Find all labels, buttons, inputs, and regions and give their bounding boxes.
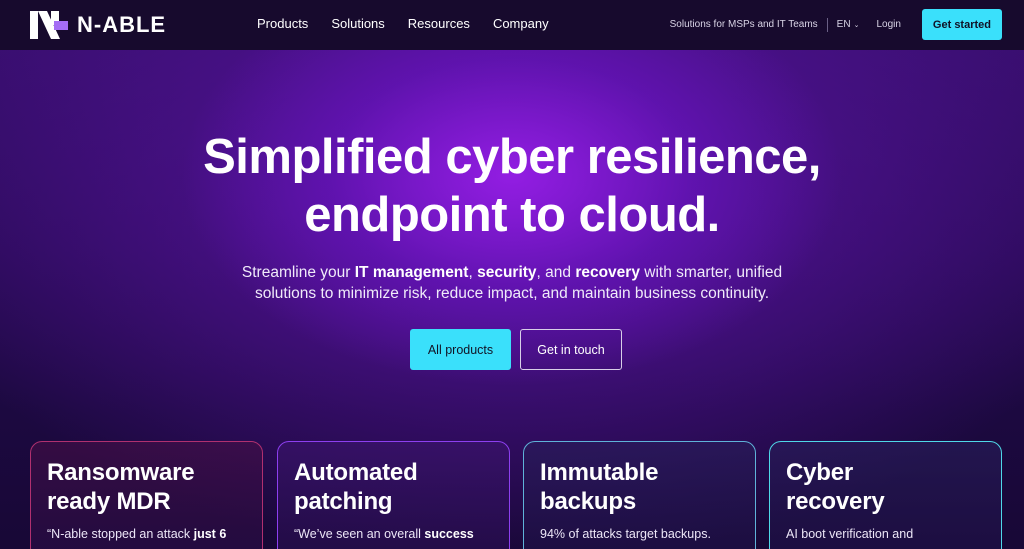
card-text-bold: just 6 [193,527,227,541]
subtext-part-1: Streamline your [241,264,355,281]
subtext-part-3: , and [536,264,576,281]
top-navbar: N-ABLE Products Solutions Resources Comp… [0,0,1024,50]
card-title-line-2: recovery [786,488,885,515]
subtext-part-4: with smarter, unified [639,264,783,281]
card-text-body: 94% of attacks target backups. [540,527,711,541]
card-title: Ransomware ready MDR [47,458,246,516]
chevron-down-icon: ⌄ [853,21,860,29]
card-immutable-backups[interactable]: Immutable backups 94% of attacks target … [523,441,756,549]
card-text-body: AI boot verification and [786,527,914,541]
card-text-body: “N-able stopped an attack [47,527,194,541]
nav-utility: Solutions for MSPs and IT Teams EN ⌄ Log… [670,9,1002,40]
login-link[interactable]: Login [876,19,900,30]
hero-headline: Simplified cyber resilience, endpoint to… [0,128,1024,244]
card-cyber-recovery[interactable]: Cyber recovery AI boot verification and [769,441,1002,549]
hero-subtext: Streamline your IT management, security,… [0,262,1024,304]
hero-cta-row: All products Get in touch [410,329,622,370]
card-ransomware-mdr[interactable]: Ransomware ready MDR “N-able stopped an … [30,441,263,549]
brand-logo[interactable]: N-ABLE [30,11,166,39]
n-able-logo-mark [30,11,68,39]
card-title: Automated patching [294,458,493,516]
nav-item-solutions[interactable]: Solutions [331,16,384,31]
card-text: “N-able stopped an attack just 6 [47,527,246,541]
subtext-bold-it-management: IT management [354,264,469,281]
nav-item-resources[interactable]: Resources [408,16,470,31]
card-title-line-2: ready MDR [47,488,171,515]
nav-item-products[interactable]: Products [257,16,308,31]
subtext-bold-recovery: recovery [575,264,640,281]
card-text: “We’ve seen an overall success [294,527,493,541]
brand-name: N-ABLE [77,12,167,37]
subtext-part-2: , [468,264,478,281]
card-title-line-1: Immutable [540,459,659,486]
card-title-line-1: Automated [294,459,418,486]
language-selector[interactable]: EN ⌄ [837,19,860,30]
nav-item-company[interactable]: Company [493,16,549,31]
card-text: AI boot verification and [786,527,985,541]
all-products-button[interactable]: All products [410,329,511,370]
card-text-bold: success [424,527,474,541]
card-title-line-2: backups [540,488,636,515]
card-text-body: “We’ve seen an overall [294,527,425,541]
card-title-line-1: Ransomware [47,459,195,486]
subtext-bold-security: security [477,264,537,281]
card-title-line-2: patching [294,488,393,515]
card-title: Immutable backups [540,458,739,516]
card-automated-patching[interactable]: Automated patching “We’ve seen an overal… [277,441,510,549]
card-title-line-1: Cyber [786,459,854,486]
card-text: 94% of attacks target backups. [540,527,739,541]
get-started-button[interactable]: Get started [921,9,1002,40]
nav-divider [826,17,828,32]
main-nav: Products Solutions Resources Company [257,16,549,31]
msp-solutions-link[interactable]: Solutions for MSPs and IT Teams [670,19,818,30]
subtext-line-2: solutions to minimize risk, reduce impac… [254,285,770,302]
get-in-touch-button[interactable]: Get in touch [520,329,622,370]
headline-line-2: endpoint to cloud. [304,188,720,242]
language-label: EN [836,19,851,30]
card-title: Cyber recovery [786,458,985,516]
headline-line-1: Simplified cyber resilience, [203,130,821,184]
